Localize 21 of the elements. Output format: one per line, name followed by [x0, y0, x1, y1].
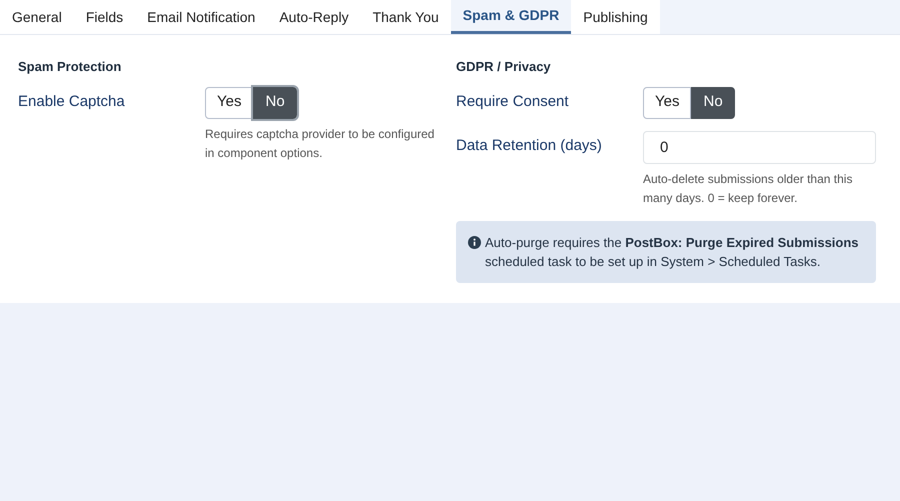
notice-text: Auto-purge requires the PostBox: Purge Expired Submissions scheduled task to be set up in System > Scheduled Tasks. [485, 234, 860, 270]
toggle-option[interactable]: Yes [205, 86, 254, 118]
info-icon [468, 236, 481, 248]
tab[interactable]: Auto-Reply [267, 0, 361, 34]
toggle-option[interactable]: No [253, 86, 297, 118]
field-label: Enable Captcha [18, 92, 126, 112]
help-text: Auto-delete submissions older than this many days. 0 = keep forever. [643, 170, 854, 206]
section-title: GDPR / Privacy [456, 58, 552, 76]
field-label: Require Consent [456, 92, 570, 112]
section-title: Spam Protection [18, 58, 122, 76]
tab[interactable]: Thank You [360, 0, 451, 34]
tab[interactable]: Spam & GDPR [450, 0, 572, 34]
retention-input[interactable]: 0 [643, 130, 876, 164]
field-label: Data Retention (days) [456, 136, 603, 156]
tab[interactable]: General [0, 0, 74, 34]
help-text: Requires captcha provider to be configured in component options. [205, 126, 436, 162]
toggle-option[interactable]: No [691, 86, 735, 118]
toggle-option[interactable]: Yes [643, 86, 692, 118]
tab[interactable]: Email Notification [135, 0, 268, 34]
tab[interactable]: Fields [74, 0, 136, 34]
tab[interactable]: Publishing [571, 0, 660, 34]
